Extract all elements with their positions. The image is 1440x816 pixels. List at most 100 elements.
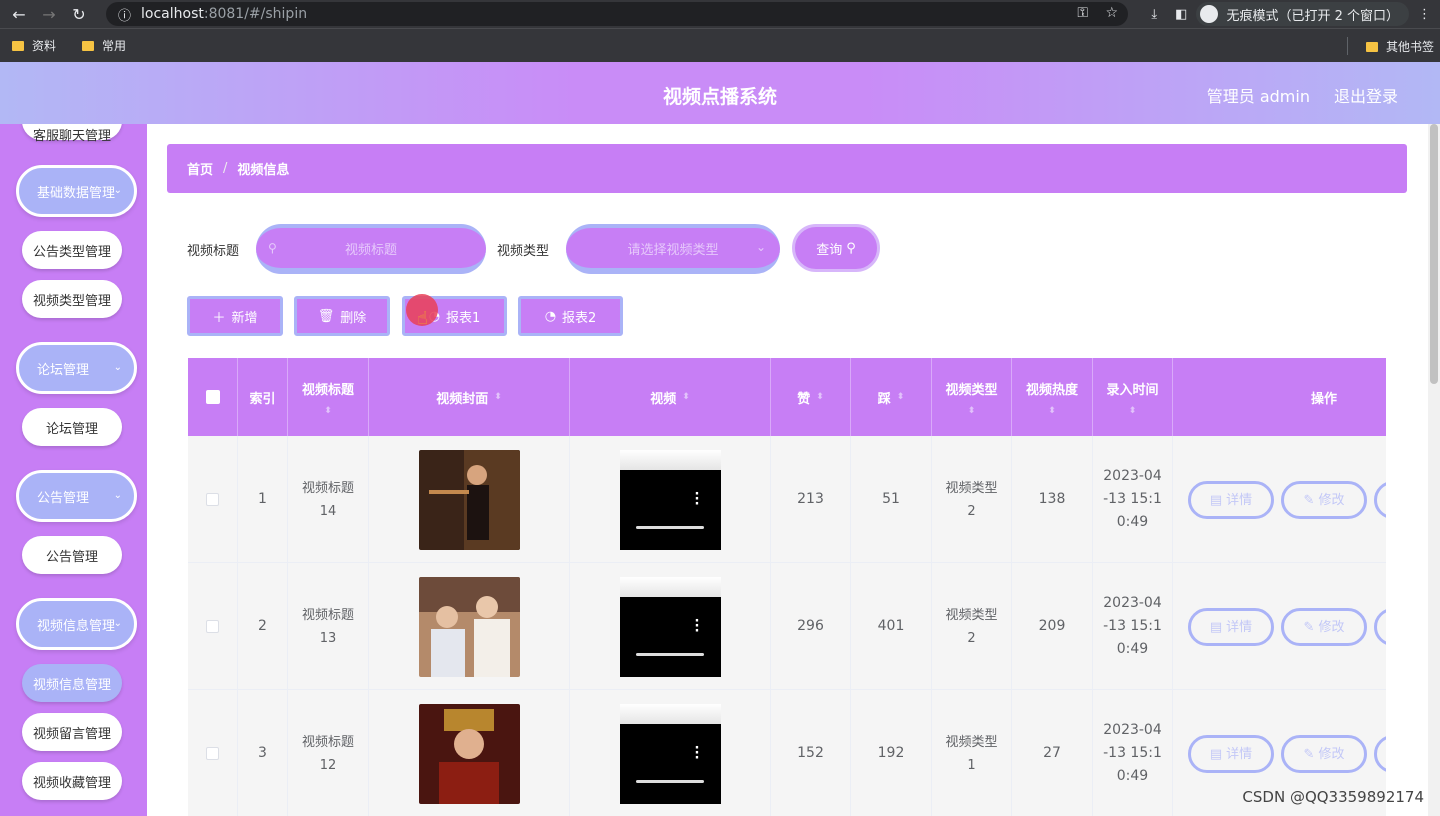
- video-player[interactable]: · · ·: [619, 703, 721, 804]
- sidebar-group-notice[interactable]: 公告管理 ⌄: [16, 470, 137, 522]
- table-row: 1 视频标题14 · · · 213 51 视频类型2 138 2023-04-13…: [188, 436, 1386, 563]
- cover-image[interactable]: [418, 576, 520, 677]
- info-icon[interactable]: ⓘ: [118, 5, 131, 24]
- sidepanel-icon[interactable]: ◧: [1175, 7, 1187, 22]
- incognito-icon: [1200, 5, 1219, 23]
- sort-icon[interactable]: ⬍: [324, 406, 332, 416]
- more-options-icon[interactable]: · · ·: [695, 615, 700, 638]
- type-select[interactable]: 请选择视频类型 ⌄: [566, 224, 780, 274]
- sidebar-group-forum[interactable]: 论坛管理 ⌄: [16, 342, 137, 394]
- select-all-checkbox[interactable]: [205, 390, 220, 404]
- col-heat[interactable]: 视频热度 ⬍: [1012, 358, 1093, 436]
- breadcrumb: 首页 / 视频信息: [167, 144, 1407, 193]
- sidebar-item-video-favorite[interactable]: 视频收藏管理: [22, 762, 122, 800]
- col-type[interactable]: 视频类型 ⬍: [932, 358, 1012, 436]
- video-progress-bar[interactable]: [635, 779, 704, 783]
- edit-button-label: 修改: [1318, 492, 1345, 508]
- sort-icon[interactable]: ⬍: [968, 406, 976, 416]
- address-bar[interactable]: ⓘ localhost:8081/#/shipin ⚿ ☆: [106, 2, 1128, 26]
- edit-button[interactable]: ✎ 修改: [1281, 608, 1367, 646]
- row-checkbox[interactable]: [206, 620, 219, 633]
- sidebar-item-forum[interactable]: 论坛管理: [22, 408, 122, 446]
- forward-icon[interactable]: →: [34, 5, 64, 24]
- breadcrumb-home[interactable]: 首页: [187, 159, 213, 178]
- cell-index: 1: [238, 436, 288, 563]
- video-player[interactable]: · · ·: [619, 576, 721, 677]
- detail-button[interactable]: ▤ 详情: [1188, 481, 1274, 519]
- col-title[interactable]: 视频标题 ⬍: [288, 358, 369, 436]
- cell-likes: 213: [771, 436, 851, 563]
- bookmark-folder[interactable]: 资料: [12, 37, 56, 54]
- sidebar-item-video-info[interactable]: 视频信息管理: [22, 664, 122, 702]
- delete-button[interactable]: 🗑 删除: [294, 296, 390, 336]
- col-video[interactable]: 视频 ⬍: [570, 358, 771, 436]
- row-checkbox[interactable]: [206, 493, 219, 506]
- sort-icon[interactable]: ⬍: [1129, 406, 1137, 416]
- delete-row-button[interactable]: [1374, 735, 1386, 773]
- divider: [1347, 37, 1348, 55]
- detail-button[interactable]: ▤ 详情: [1188, 735, 1274, 773]
- logout-link[interactable]: 退出登录: [1334, 83, 1398, 107]
- current-user: 管理员 admin: [1206, 87, 1310, 106]
- sort-icon[interactable]: ⬍: [816, 392, 824, 402]
- pencil-icon: ✎: [1303, 619, 1315, 635]
- incognito-badge[interactable]: 无痕模式（已打开 2 个窗口）: [1196, 2, 1409, 26]
- edit-button[interactable]: ✎ 修改: [1281, 481, 1367, 519]
- sidebar-item-video-type[interactable]: 视频类型管理: [22, 280, 122, 318]
- sidebar-item-label: 视频留言管理: [32, 726, 111, 742]
- sort-icon[interactable]: ⬍: [682, 392, 690, 402]
- cell-time: 2023-04-13 15:10:49: [1093, 436, 1173, 563]
- query-button[interactable]: 查询 ⚲: [792, 224, 880, 272]
- chevron-down-icon: ⌄: [755, 240, 766, 254]
- add-button[interactable]: ＋ 新增: [187, 296, 283, 336]
- sidebar-item-video-comment[interactable]: 视频留言管理: [22, 713, 122, 751]
- other-bookmarks[interactable]: 其他书签: [1365, 38, 1434, 55]
- col-dislikes[interactable]: 踩 ⬍: [851, 358, 932, 436]
- delete-row-button[interactable]: [1374, 481, 1386, 519]
- page-scrollbar[interactable]: [1428, 124, 1440, 816]
- sidebar: 客服聊天管理 基础数据管理 ⌄ 公告类型管理 视频类型管理 论坛管理 ⌄ 论坛管理 …: [0, 124, 147, 816]
- title-search-input[interactable]: ⚲ 视频标题: [256, 224, 486, 274]
- more-options-icon[interactable]: · · ·: [695, 488, 700, 511]
- back-icon[interactable]: ←: [4, 5, 34, 24]
- cell-cover: [369, 436, 570, 563]
- cover-image[interactable]: [418, 449, 520, 550]
- detail-button[interactable]: ▤ 详情: [1188, 608, 1274, 646]
- sidebar-item-label: 视频收藏管理: [32, 775, 111, 791]
- scrollbar-thumb[interactable]: [1430, 124, 1438, 384]
- sort-icon[interactable]: ⬍: [897, 392, 905, 402]
- sidebar-item-chat[interactable]: 客服聊天管理: [22, 124, 122, 144]
- col-cover[interactable]: 视频封面 ⬍: [369, 358, 570, 436]
- reload-icon[interactable]: ↻: [64, 5, 94, 24]
- sidebar-group-basic-data[interactable]: 基础数据管理 ⌄: [16, 165, 137, 217]
- other-bookmarks-label: 其他书签: [1385, 40, 1434, 54]
- chevron-down-icon: ⌄: [113, 490, 122, 501]
- menu-icon[interactable]: ⋮: [1418, 7, 1431, 22]
- table-row: 2 视频标题13 · · · 296 401 视频类型2 209 2023-04-1…: [188, 563, 1386, 690]
- row-checkbox[interactable]: [206, 747, 219, 760]
- video-player[interactable]: · · ·: [619, 449, 721, 550]
- video-progress-bar[interactable]: [635, 525, 704, 529]
- cell-operation: ▤ 详情 ✎ 修改: [1173, 436, 1386, 563]
- folder-icon: [12, 40, 24, 51]
- col-likes[interactable]: 赞 ⬍: [771, 358, 851, 436]
- star-icon[interactable]: ☆: [1105, 5, 1118, 21]
- video-topbar: [619, 576, 721, 597]
- report2-button[interactable]: ◔ 报表2: [518, 296, 623, 336]
- sidebar-item-notice[interactable]: 公告管理: [22, 536, 122, 574]
- document-icon: ▤: [1209, 746, 1223, 762]
- more-options-icon[interactable]: · · ·: [695, 742, 700, 765]
- edit-button[interactable]: ✎ 修改: [1281, 735, 1367, 773]
- delete-row-button[interactable]: [1374, 608, 1386, 646]
- detail-button-label: 详情: [1226, 619, 1253, 635]
- col-time[interactable]: 录入时间 ⬍: [1093, 358, 1173, 436]
- bookmark-folder[interactable]: 常用: [82, 37, 126, 54]
- cover-image[interactable]: [418, 703, 520, 804]
- sidebar-group-video-info[interactable]: 视频信息管理 ⌄: [16, 598, 137, 650]
- download-icon[interactable]: ⤓: [1151, 7, 1157, 22]
- key-icon[interactable]: ⚿: [1077, 5, 1088, 21]
- video-progress-bar[interactable]: [635, 652, 704, 656]
- sort-icon[interactable]: ⬍: [494, 392, 502, 402]
- sort-icon[interactable]: ⬍: [1048, 406, 1056, 416]
- sidebar-item-notice-type[interactable]: 公告类型管理: [22, 231, 122, 269]
